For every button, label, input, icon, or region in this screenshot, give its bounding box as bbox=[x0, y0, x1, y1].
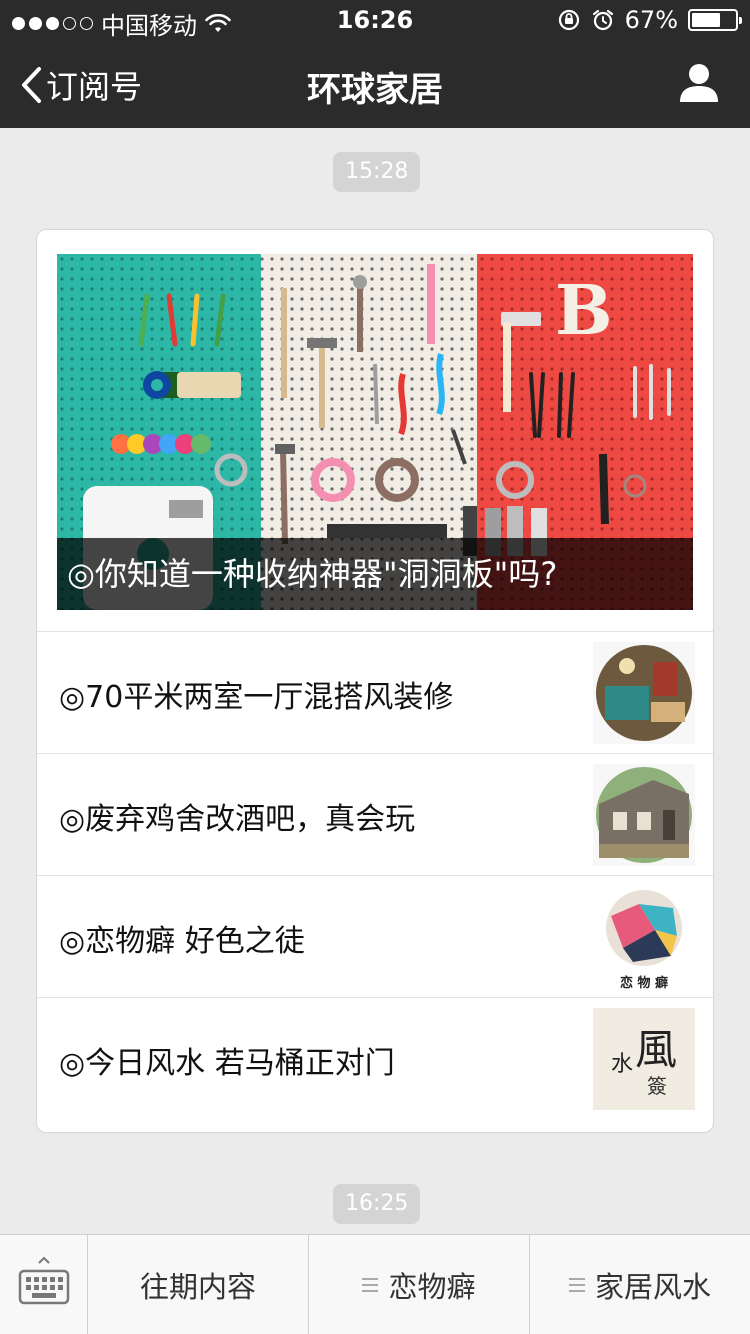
page-title: 环球家居 bbox=[307, 70, 443, 110]
lianwupi-logo-text: 恋 物 癖 bbox=[619, 976, 669, 991]
menu-list-icon bbox=[362, 1278, 379, 1292]
menu-tab-label: 家居风水 bbox=[594, 1270, 711, 1304]
bottom-menu-bar: 往期内容 恋物癖 家居风水 bbox=[0, 1234, 750, 1334]
banner-letter: B bbox=[555, 271, 612, 351]
article-item[interactable]: ◎废弃鸡舍改酒吧，真会玩 bbox=[37, 753, 713, 875]
menu-list-icon bbox=[568, 1278, 585, 1292]
status-right: 67% bbox=[557, 6, 742, 34]
article-title: ◎废弃鸡舍改酒吧，真会玩 bbox=[59, 802, 416, 837]
message-timestamp: 15:28 bbox=[333, 152, 421, 192]
lianwupi-thumbnail: 恋 物 癖 bbox=[593, 886, 695, 991]
alarm-icon bbox=[592, 9, 613, 31]
menu-tab-home-fengshui[interactable]: 家居风水 bbox=[530, 1235, 750, 1334]
cover-article[interactable]: B ◎你知道一种收纳神器"洞洞板"吗? bbox=[57, 254, 693, 610]
article-title: ◎今日风水 若马桶正对门 bbox=[59, 1046, 395, 1081]
menu-tab-label: 恋物癖 bbox=[388, 1270, 476, 1304]
article-title: ◎恋物癖 好色之徒 bbox=[59, 924, 305, 959]
status-bar: 中国移动 16:26 67% bbox=[0, 0, 750, 40]
profile-icon[interactable] bbox=[678, 62, 720, 104]
article-item[interactable]: ◎今日风水 若马桶正对门 風 水 簽 bbox=[37, 997, 713, 1119]
article-card: B ◎你知道一种收纳神器"洞洞板"吗? ◎70平米两室一厅混搭风装修 ◎废弃鸡舍… bbox=[36, 229, 714, 1133]
fengshui-side-character: 水 bbox=[611, 1052, 634, 1077]
living-room-thumbnail bbox=[593, 642, 695, 744]
cover-article-title: ◎你知道一种收纳神器"洞洞板"吗? bbox=[57, 538, 693, 610]
wooden-house-thumbnail bbox=[593, 764, 695, 866]
article-title: ◎70平米两室一厅混搭风装修 bbox=[59, 680, 454, 715]
keyboard-icon bbox=[18, 1256, 70, 1305]
navigation-bar: 订阅号 环球家居 bbox=[0, 40, 750, 128]
menu-tab-past-content[interactable]: 往期内容 bbox=[88, 1235, 309, 1334]
message-timestamp: 16:25 bbox=[333, 1184, 421, 1224]
menu-tab-lianwupi[interactable]: 恋物癖 bbox=[309, 1235, 530, 1334]
article-item[interactable]: ◎70平米两室一厅混搭风装修 bbox=[37, 631, 713, 753]
fengshui-thumbnail: 風 水 簽 bbox=[593, 1008, 695, 1110]
article-item[interactable]: ◎恋物癖 好色之徒 恋 物 癖 bbox=[37, 875, 713, 997]
fengshui-main-character: 風 bbox=[635, 1025, 678, 1074]
lianwupi-logo-icon bbox=[606, 890, 682, 966]
keyboard-toggle-button[interactable] bbox=[0, 1235, 88, 1334]
battery-percentage: 67% bbox=[624, 6, 678, 34]
rotation-lock-icon bbox=[558, 9, 579, 31]
fengshui-sub-character: 簽 bbox=[647, 1074, 667, 1098]
menu-tab-label: 往期内容 bbox=[139, 1270, 256, 1304]
battery-icon bbox=[688, 9, 742, 31]
